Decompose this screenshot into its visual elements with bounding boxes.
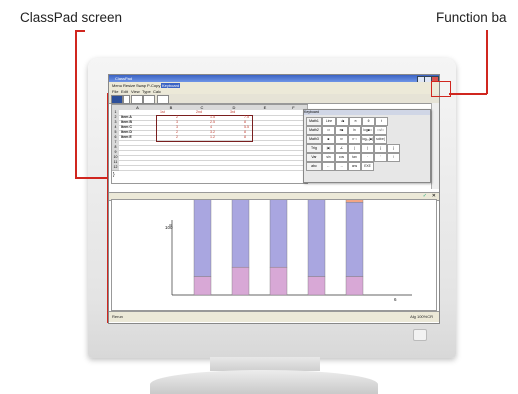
bar-1st-item-e: [345, 276, 364, 296]
bar-2nd-item-c: [269, 192, 288, 268]
keyboard-key[interactable]: }: [387, 144, 400, 153]
row-header[interactable]: 12: [112, 165, 119, 171]
keyboard-tab[interactable]: Math3: [306, 135, 322, 144]
leader-right-vertical: [486, 30, 488, 94]
menu-keyboard[interactable]: Keyboard: [161, 82, 181, 88]
classpad-screen: ClassPad Menu Resize Swap P-Copy Keyboar…: [108, 74, 440, 324]
keyboard-key[interactable]: ■: [322, 135, 335, 144]
y-tick-label: 100: [165, 225, 173, 230]
keyboard-key[interactable]: →: [335, 162, 348, 171]
status-bar: Rerun Alg 100%CR: [109, 311, 439, 322]
menu-type[interactable]: Type: [142, 89, 151, 94]
keyboard-key[interactable]: sin: [322, 153, 335, 162]
settings-icon[interactable]: [111, 95, 123, 104]
keyboard-key[interactable]: e■: [335, 126, 348, 135]
menu-resize[interactable]: Resize: [123, 83, 135, 88]
stacked-bar-chart: [169, 90, 412, 296]
keyboard-key[interactable]: tan: [348, 153, 361, 162]
keyboard-tab[interactable]: abc: [306, 162, 322, 171]
keyboard-key[interactable]: x²: [335, 135, 348, 144]
keyboard-key[interactable]: π: [349, 117, 362, 126]
callout-function-bar: Function ba: [436, 10, 507, 25]
vertical-scrollbar[interactable]: [431, 103, 439, 189]
keyboard-key[interactable]: ln: [348, 126, 361, 135]
screen-highlight: [107, 93, 111, 323]
soft-keyboard: Keyboard Math1 Math2 Math3 Trig Var abc Line …: [303, 109, 431, 183]
menu-file[interactable]: File: [112, 89, 118, 94]
keyboard-key[interactable]: □²: [322, 126, 335, 135]
keyboard-key[interactable]: θ: [362, 117, 375, 126]
keyboard-key[interactable]: EXE: [361, 162, 374, 171]
value-cell[interactable]: 1.2: [210, 135, 215, 140]
bar-1st-item-a: [193, 276, 212, 296]
keyboard-key[interactable]: ': [374, 153, 387, 162]
window-title: ClassPad: [115, 76, 133, 81]
leader-left-horizontal: [75, 30, 77, 178]
bar-1st-item-d: [307, 276, 326, 296]
status-right: Alg 100%CR: [410, 314, 433, 319]
monitor-stand-base: [150, 370, 378, 394]
function-bar-highlight: [431, 81, 451, 97]
graph-icon[interactable]: [131, 95, 143, 104]
keyboard-key[interactable]: log■□: [361, 126, 374, 135]
keyboard-key[interactable]: /: [387, 153, 400, 162]
bar-2nd-item-e: [345, 202, 364, 277]
keyboard-tab[interactable]: Trig: [306, 144, 322, 153]
power-button[interactable]: [413, 329, 427, 341]
keyboard-key[interactable]: |■|: [322, 144, 335, 153]
keyboard-key[interactable]: t: [375, 117, 388, 126]
keyboard-tab[interactable]: Var: [306, 153, 322, 162]
callout-classpad-screen: ClassPad screen: [20, 10, 123, 25]
status-left: Rerun: [112, 314, 123, 319]
keyboard-key[interactable]: x⁻¹: [348, 135, 361, 144]
menu-menu[interactable]: Menu: [112, 83, 122, 88]
keyboard-title: Keyboard: [304, 110, 430, 115]
bar-3rd-item-e: [345, 109, 364, 203]
bar-1st-item-c: [269, 266, 288, 296]
chart-type-icon[interactable]: [157, 95, 169, 104]
bar-1st-item-b: [231, 266, 250, 296]
selected-range[interactable]: [156, 115, 253, 142]
keyboard-key[interactable]: □√□: [374, 126, 387, 135]
leader-left-to-screen: [75, 177, 108, 179]
keyboard-key[interactable]: ∠: [335, 144, 348, 153]
window-titlebar: ClassPad: [109, 75, 439, 83]
toolbar: [109, 94, 439, 104]
monitor-stand-neck: [210, 357, 320, 371]
keyboard-tab[interactable]: Math2: [306, 126, 322, 135]
keyboard-key[interactable]: log₁₀(■): [361, 135, 374, 144]
keyboard-key[interactable]: ←: [322, 162, 335, 171]
item-label-cell[interactable]: Item E: [121, 135, 132, 140]
menu-swap[interactable]: Swap: [136, 83, 146, 88]
dropdown-icon[interactable]: [123, 95, 130, 104]
menu-view[interactable]: View: [131, 89, 140, 94]
keyboard-tab[interactable]: Math1: [306, 117, 322, 126]
spreadsheet: A B C D E F 1 2 3 4 5 6 7 8 9 10 11 12 1st 2nd 3rd …: [111, 104, 308, 184]
keyboard-key[interactable]: √■: [336, 117, 349, 126]
entry-cursor[interactable]: }: [113, 173, 115, 178]
window-icon[interactable]: [143, 95, 155, 104]
value-cell[interactable]: 2: [176, 135, 178, 140]
bar-2nd-item-d: [307, 192, 326, 277]
value-cell[interactable]: 8: [244, 135, 246, 140]
keyboard-key[interactable]: solve(: [374, 135, 387, 144]
x-tick-label: 6: [394, 297, 397, 302]
keyboard-key[interactable]: ·: [361, 153, 374, 162]
graph-window: 100 6: [111, 90, 437, 311]
leader-left-top: [75, 30, 85, 32]
keyboard-key[interactable]: ans: [348, 162, 361, 171]
menu-calc[interactable]: Calc: [153, 89, 161, 94]
bar-2nd-item-a: [193, 192, 212, 277]
table-row[interactable]: [119, 165, 307, 171]
menu-pcopy[interactable]: P-Copy: [147, 83, 160, 88]
keyboard-key[interactable]: cos: [335, 153, 348, 162]
menu-edit[interactable]: Edit: [121, 89, 128, 94]
keyboard-key[interactable]: {: [374, 144, 387, 153]
key-line[interactable]: Line: [322, 117, 336, 126]
keyboard-key[interactable]: (: [348, 144, 361, 153]
leader-right-to-bar: [449, 93, 487, 95]
keyboard-key[interactable]: ): [361, 144, 374, 153]
bar-2nd-item-b: [231, 192, 250, 268]
